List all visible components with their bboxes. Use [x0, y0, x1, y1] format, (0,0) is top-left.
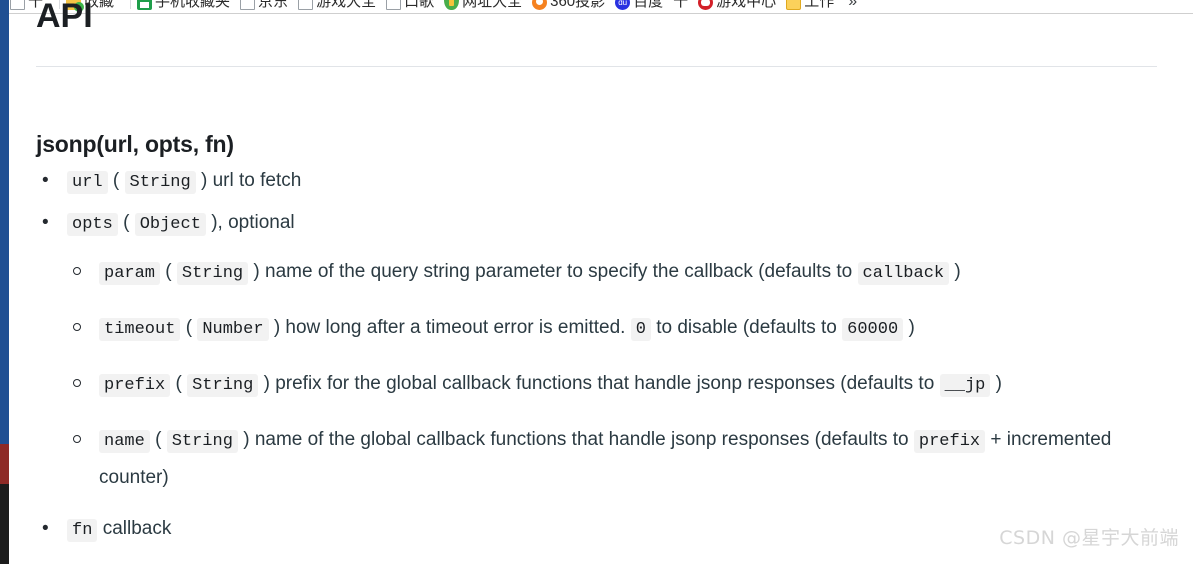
paren-close: ),: [211, 212, 223, 233]
param-name-fn: fn: [67, 519, 98, 542]
option-description-prefix: prefix for the global callback functions…: [275, 373, 935, 394]
option-name-prefix: prefix: [99, 374, 171, 397]
option-value-zero: 0: [630, 318, 651, 341]
param-name-url: url: [67, 171, 108, 194]
list-item-opts: • opts ( Object ), optional param ( Stri…: [36, 208, 1157, 496]
blank-page-icon: [10, 0, 25, 10]
list-item-prefix: prefix ( String ) prefix for the global …: [67, 366, 1157, 404]
paren-close: ): [253, 261, 260, 282]
option-name-param: param: [99, 262, 161, 285]
bullet-icon: •: [42, 212, 49, 233]
option-description-param: name of the query string parameter to sp…: [265, 261, 853, 282]
option-description-tail: ): [954, 261, 961, 282]
option-type-param: String: [176, 262, 249, 285]
hollow-bullet-icon: [73, 267, 81, 275]
paren-open: (: [112, 170, 120, 191]
list-item-url: • url ( String ) url to fetch: [36, 166, 1157, 198]
hollow-bullet-icon: [73, 323, 81, 331]
option-description-tail: ): [908, 317, 915, 338]
page-title: API: [36, 0, 93, 33]
option-name-name: name: [99, 430, 150, 453]
option-description-tail: ): [995, 373, 1002, 394]
option-default-name: prefix: [913, 430, 986, 453]
list-item-fn: • fn callback: [36, 514, 1157, 546]
option-default-prefix: __jp: [939, 374, 991, 397]
function-signature-heading: jsonp(url, opts, fn): [36, 131, 234, 157]
csdn-watermark: CSDN @星宇大前端: [999, 527, 1179, 549]
option-name-timeout: timeout: [99, 318, 181, 341]
param-type-url: String: [124, 171, 196, 194]
document-content: API jsonp(url, opts, fn) • url ( String …: [36, 0, 1157, 564]
hollow-bullet-icon: [73, 379, 81, 387]
option-type-prefix: String: [187, 374, 259, 397]
param-type-opts: Object: [134, 213, 206, 236]
paren-close: ): [263, 373, 270, 394]
param-description-url: url to fetch: [212, 170, 302, 191]
list-item-name: name ( String ) name of the global callb…: [67, 422, 1157, 496]
param-name-opts: opts: [67, 213, 118, 236]
api-option-list: param ( String ) name of the query strin…: [67, 254, 1157, 496]
option-description-name: name of the global callback functions th…: [254, 429, 909, 450]
paren-open: (: [165, 261, 172, 282]
hollow-bullet-icon: [73, 435, 81, 443]
list-item-timeout: timeout ( Number ) how long after a time…: [67, 310, 1157, 348]
window-edge-strip-dark: [0, 484, 9, 564]
paren-open: (: [123, 212, 130, 233]
option-description-timeout: how long after a timeout error is emitte…: [285, 317, 626, 338]
list-item-param: param ( String ) name of the query strin…: [67, 254, 1157, 292]
option-description-middle: to disable (defaults to: [656, 317, 837, 338]
bullet-icon: •: [42, 518, 49, 539]
paren-open: (: [175, 373, 182, 394]
option-default-param: callback: [857, 262, 950, 285]
bullet-icon: •: [42, 170, 49, 191]
option-default-timeout: 60000: [842, 318, 904, 341]
param-description-fn: callback: [102, 518, 172, 539]
window-edge-strip-red: [0, 444, 9, 484]
option-type-name: String: [166, 430, 238, 453]
title-divider: [36, 66, 1157, 67]
window-edge-strip-blue: [0, 14, 9, 444]
option-type-timeout: Number: [197, 318, 269, 341]
paren-close: ): [243, 429, 250, 450]
param-description-opts: optional: [228, 212, 295, 233]
window-edge-strip-top: [0, 0, 9, 14]
api-parameter-list: • url ( String ) url to fetch • opts ( O…: [36, 166, 1157, 556]
paren-close: ): [201, 170, 208, 191]
paren-open: (: [185, 317, 193, 338]
paren-close: ): [273, 317, 281, 338]
paren-open: (: [155, 429, 162, 450]
